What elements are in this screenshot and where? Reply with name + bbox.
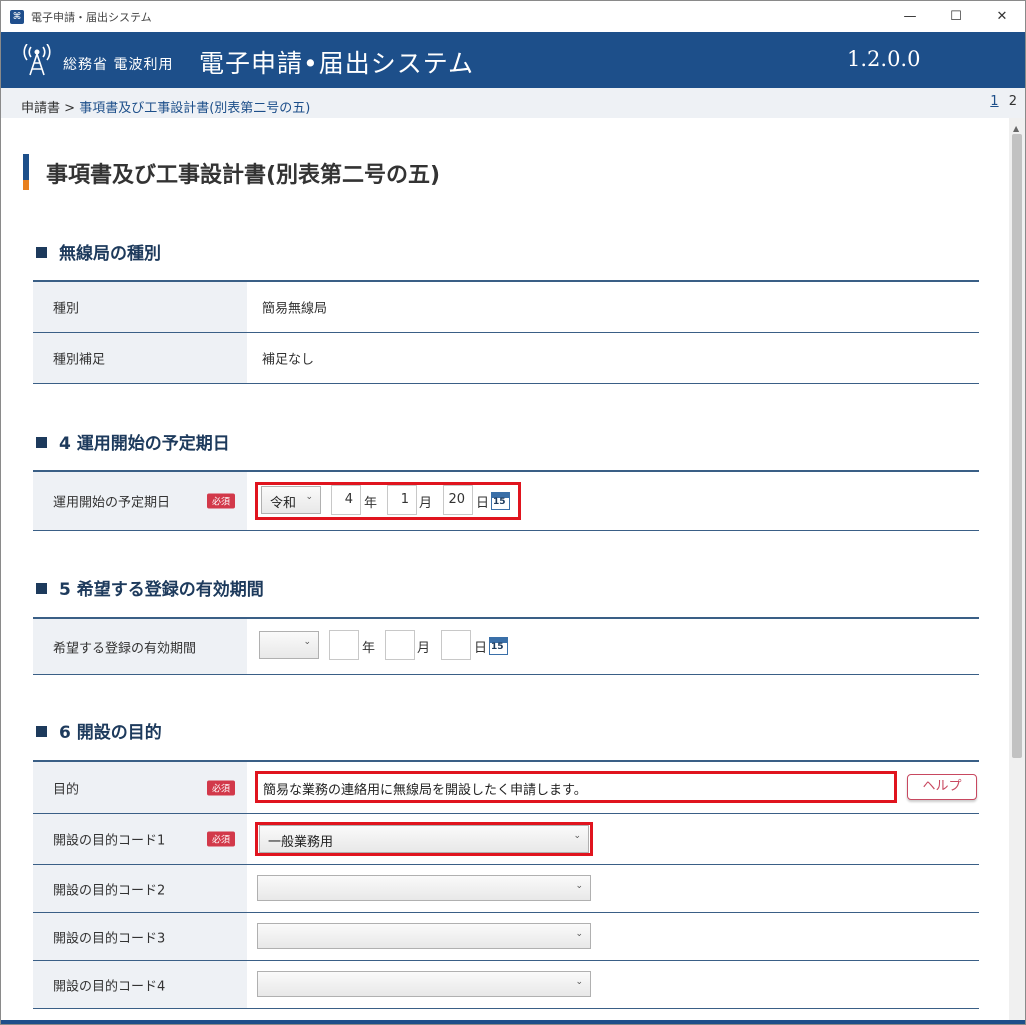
type-value: 簡易無線局 bbox=[262, 301, 328, 317]
chevron-down-icon: ⌄ bbox=[305, 492, 313, 502]
month-unit: 月 bbox=[417, 641, 431, 656]
day-unit: 日 bbox=[474, 641, 488, 656]
maximize-button[interactable]: ☐ bbox=[933, 1, 979, 32]
breadcrumb: 申請書 > 事項書及び工事設計書(別表第二号の五) bbox=[21, 97, 310, 116]
purpose-code1-label: 開設の目的コード1 bbox=[53, 833, 166, 849]
purpose-code3-select[interactable]: ⌄ bbox=[257, 923, 591, 949]
form-content: 事項書及び工事設計書(別表第二号の五) 無線局の種別 種別 簡易無線局 種別補足… bbox=[1, 118, 1009, 1024]
table-row: 種別 簡易無線局 bbox=[33, 282, 979, 333]
purpose-table: 目的 必須 簡易な業務の連絡用に無線局を開設したく申請します。 ヘルプ 開設の目… bbox=[33, 760, 979, 1009]
close-button[interactable]: ✕ bbox=[979, 1, 1025, 32]
breadcrumb-separator: > bbox=[64, 101, 76, 116]
type-supplement-value: 補足なし bbox=[262, 352, 315, 368]
table-row: 希望する登録の有効期間 ⌄ 年 月 日 15 bbox=[33, 619, 979, 675]
window-title: 電子申請・届出システム bbox=[31, 10, 152, 24]
window-bottom-border bbox=[1, 1020, 1025, 1024]
validity-era-select[interactable]: ⌄ bbox=[259, 631, 319, 659]
breadcrumb-current: 事項書及び工事設計書(別表第二号の五) bbox=[79, 101, 311, 116]
table-row: 運用開始の予定期日 必須 令和 ⌄ 4 年 1 月 20 日 15 bbox=[33, 472, 979, 531]
validity-table: 希望する登録の有効期間 ⌄ 年 月 日 15 bbox=[33, 617, 979, 675]
start-date-month-input[interactable]: 1 bbox=[387, 485, 417, 515]
scrollbar-thumb[interactable] bbox=[1012, 134, 1022, 758]
antenna-icon bbox=[23, 44, 51, 76]
type-label: 種別 bbox=[53, 301, 80, 317]
year-unit: 年 bbox=[364, 496, 378, 511]
required-badge: 必須 bbox=[207, 493, 236, 509]
start-date-day-input[interactable]: 20 bbox=[443, 485, 473, 515]
title-accent-orange bbox=[23, 180, 29, 190]
chevron-down-icon: ⌄ bbox=[575, 977, 583, 987]
app-antenna-icon: ⌘ bbox=[10, 9, 24, 24]
purpose-code2-select[interactable]: ⌄ bbox=[257, 875, 591, 901]
start-date-year-input[interactable]: 4 bbox=[331, 485, 361, 515]
app-header: 総務省 電波利用 電子申請•届出システム 1.2.0.0 bbox=[1, 32, 1025, 88]
table-row: 目的 必須 簡易な業務の連絡用に無線局を開設したく申請します。 ヘルプ bbox=[33, 762, 979, 814]
page-switcher: 1 2 bbox=[990, 94, 1017, 109]
chevron-down-icon: ⌄ bbox=[573, 831, 581, 841]
square-bullet-icon bbox=[36, 726, 47, 737]
table-row: 開設の目的コード3 ⌄ bbox=[33, 913, 979, 961]
start-date-table: 運用開始の予定期日 必須 令和 ⌄ 4 年 1 月 20 日 15 bbox=[33, 470, 979, 531]
year-unit: 年 bbox=[362, 641, 376, 656]
minimize-button[interactable]: — bbox=[887, 1, 933, 32]
purpose-code3-label: 開設の目的コード3 bbox=[53, 931, 166, 946]
org-name: 総務省 電波利用 bbox=[63, 57, 174, 73]
purpose-code4-select[interactable]: ⌄ bbox=[257, 971, 591, 997]
validity-label: 希望する登録の有効期間 bbox=[53, 641, 197, 656]
system-name: 電子申請•届出システム bbox=[199, 49, 474, 78]
chevron-down-icon: ⌄ bbox=[575, 929, 583, 939]
table-row: 開設の目的コード2 ⌄ bbox=[33, 865, 979, 913]
purpose-code4-label: 開設の目的コード4 bbox=[53, 979, 166, 994]
purpose-label: 目的 bbox=[53, 782, 80, 797]
section-station-type-heading: 無線局の種別 bbox=[36, 239, 161, 264]
vertical-scrollbar[interactable]: ▲ bbox=[1009, 118, 1025, 1024]
chevron-down-icon: ⌄ bbox=[575, 881, 583, 891]
purpose-code2-label: 開設の目的コード2 bbox=[53, 883, 166, 898]
type-supplement-label: 種別補足 bbox=[53, 352, 106, 368]
breadcrumb-bar: 申請書 > 事項書及び工事設計書(別表第二号の五) 1 2 bbox=[1, 88, 1025, 118]
section-start-date-heading: 4 運用開始の予定期日 bbox=[36, 429, 230, 454]
table-row: 種別補足 補足なし bbox=[33, 333, 979, 384]
calendar-icon[interactable]: 15 bbox=[489, 637, 508, 655]
required-badge: 必須 bbox=[207, 780, 236, 795]
required-badge: 必須 bbox=[207, 831, 236, 847]
month-unit: 月 bbox=[419, 496, 433, 511]
table-row: 開設の目的コード4 ⌄ bbox=[33, 961, 979, 1009]
station-type-table: 種別 簡易無線局 種別補足 補足なし bbox=[33, 280, 979, 384]
page-title-text: 事項書及び工事設計書(別表第二号の五) bbox=[46, 163, 441, 188]
validity-month-input[interactable] bbox=[385, 630, 415, 660]
section-validity-heading: 5 希望する登録の有効期間 bbox=[36, 575, 264, 600]
breadcrumb-root[interactable]: 申請書 bbox=[21, 101, 60, 116]
version-label: 1.2.0.0 bbox=[847, 47, 921, 71]
start-date-label: 運用開始の予定期日 bbox=[53, 495, 171, 511]
table-row: 開設の目的コード1 必須 一般業務用 ⌄ bbox=[33, 814, 979, 865]
validity-year-input[interactable] bbox=[329, 630, 359, 660]
section-purpose-heading: 6 開設の目的 bbox=[36, 718, 162, 743]
title-bar: ⌘ 電子申請・届出システム — ☐ ✕ bbox=[1, 1, 1025, 32]
square-bullet-icon bbox=[36, 583, 47, 594]
start-date-era-select[interactable]: 令和 ⌄ bbox=[261, 486, 321, 514]
title-accent-blue bbox=[23, 154, 29, 180]
chevron-down-icon: ⌄ bbox=[303, 637, 311, 647]
square-bullet-icon bbox=[36, 247, 47, 258]
purpose-input[interactable]: 簡易な業務の連絡用に無線局を開設したく申請します。 bbox=[258, 774, 894, 800]
scroll-up-icon[interactable]: ▲ bbox=[1013, 124, 1019, 133]
validity-day-input[interactable] bbox=[441, 630, 471, 660]
page-link-1[interactable]: 1 bbox=[990, 94, 998, 109]
page-link-2[interactable]: 2 bbox=[1009, 94, 1017, 109]
purpose-code1-select[interactable]: 一般業務用 ⌄ bbox=[259, 825, 589, 853]
calendar-icon[interactable]: 15 bbox=[491, 492, 510, 510]
square-bullet-icon bbox=[36, 437, 47, 448]
app-window: ⌘ 電子申請・届出システム — ☐ ✕ 総務省 電波利用 電子申請•届出システム… bbox=[0, 0, 1026, 1025]
day-unit: 日 bbox=[476, 496, 490, 511]
help-button[interactable]: ヘルプ bbox=[907, 774, 977, 800]
